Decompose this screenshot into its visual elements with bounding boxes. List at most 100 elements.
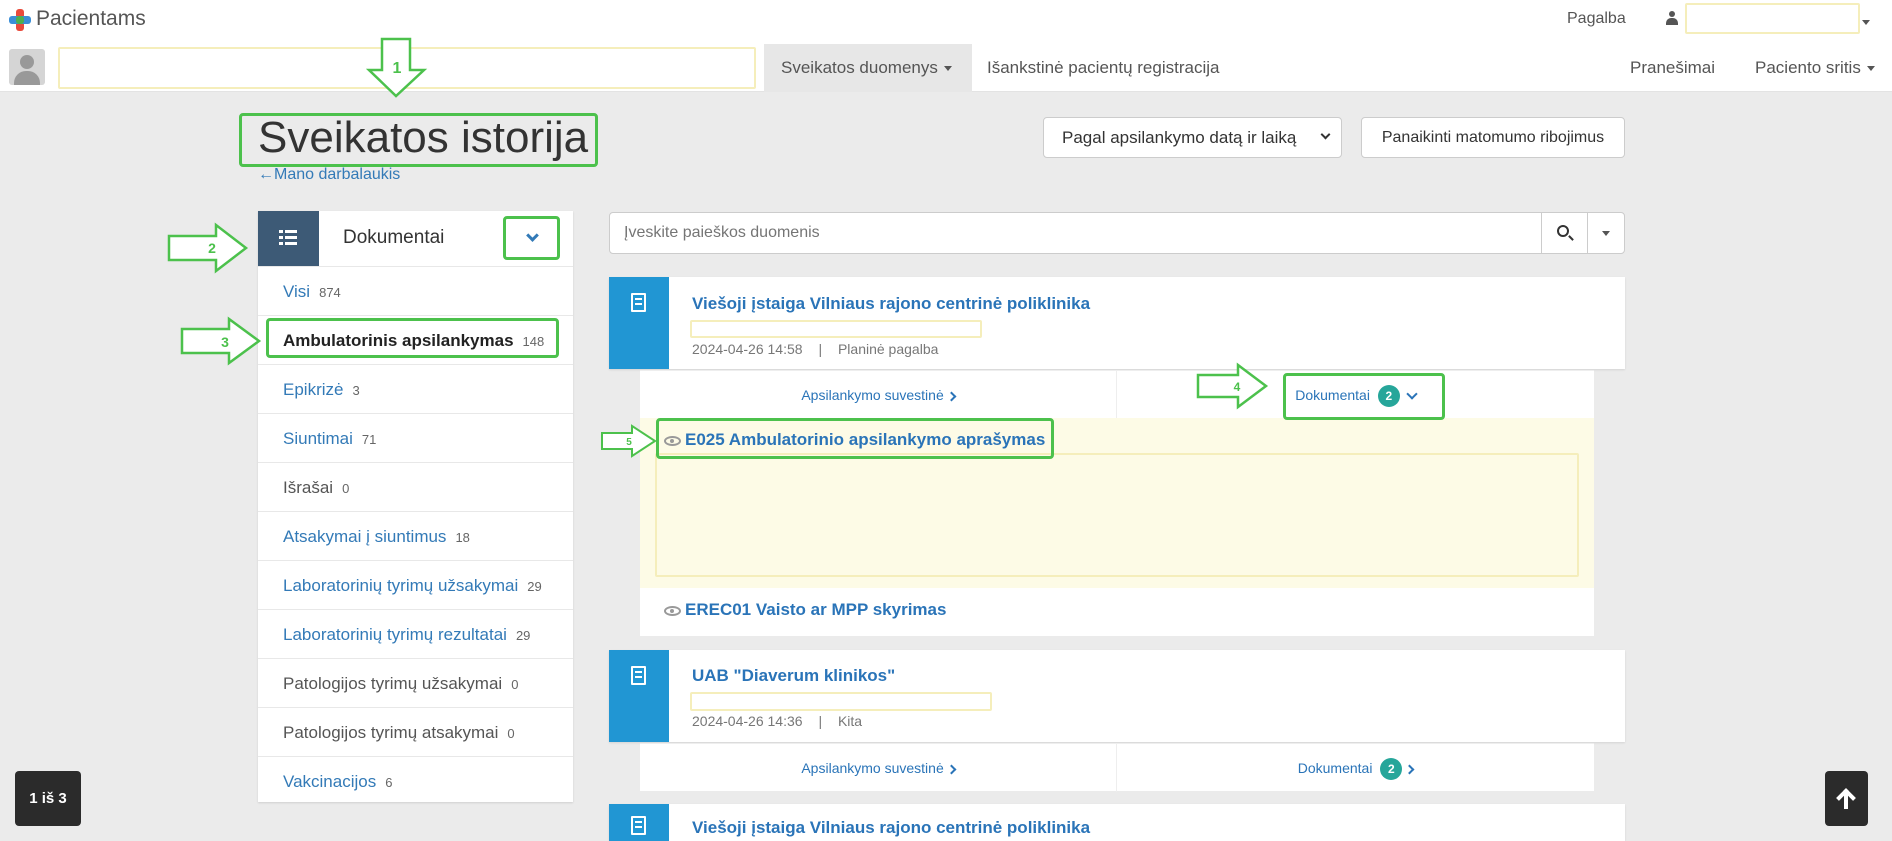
sidebar-item-count: 6 xyxy=(385,775,393,790)
top-bar: Pacientams Pagalba xyxy=(0,0,1892,44)
visit-meta: 2024-04-26 14:36 | Kita xyxy=(692,713,862,729)
help-link[interactable]: Pagalba xyxy=(1567,10,1626,28)
annotation-number: 1 xyxy=(393,60,402,77)
sort-select-value: Pagal apsilankymo datą ir laiką xyxy=(1062,128,1297,147)
sidebar-item-referrals[interactable]: Siuntimai 71 xyxy=(258,413,573,462)
page-indicator-label: 1 iš 3 xyxy=(29,790,67,807)
sidebar-item-label: Epikrizė xyxy=(283,380,344,399)
visit-summary-link[interactable]: Apsilankymo suvestinė xyxy=(640,371,1117,419)
visit-datetime: 2024-04-26 14:58 xyxy=(692,341,803,357)
caret-down-icon xyxy=(1602,231,1610,236)
visit-summary-link[interactable]: Apsilankymo suvestinė xyxy=(640,744,1117,792)
sidebar-item-label: Visi xyxy=(283,282,311,301)
visit-actions: Apsilankymo suvestinė Dokumentai 2 xyxy=(640,370,1594,419)
visit-card: Viešoji įstaiga Vilniaus rajono centrinė… xyxy=(609,277,1625,369)
building-icon xyxy=(609,650,669,742)
annotation-number: 2 xyxy=(208,240,216,256)
sidebar-item-discharges[interactable]: Išrašai 0 xyxy=(258,462,573,511)
back-link[interactable]: ←Mano darbalaukis xyxy=(258,166,400,184)
sidebar-item-label: Siuntimai xyxy=(283,429,353,448)
document-name: EREC01 Vaisto ar MPP skyrimas xyxy=(685,600,947,619)
sidebar-item-label: Išrašai xyxy=(283,478,334,497)
annotation-arrow-right-icon: 5 xyxy=(601,424,657,458)
sidebar-item-label: Laboratorinių tyrimų rezultatai xyxy=(283,625,507,644)
meta-separator: | xyxy=(818,341,823,357)
visit-documents-toggle[interactable]: Dokumentai 2 xyxy=(1117,744,1594,792)
visit-summary-label: Apsilankymo suvestinė xyxy=(801,760,944,776)
sidebar-item-pathology-orders[interactable]: Patologijos tyrimų užsakymai 0 xyxy=(258,658,573,707)
annotation-arrow-down-icon: 1 xyxy=(366,37,428,98)
sort-select[interactable]: Pagal apsilankymo datą ir laiką xyxy=(1043,117,1342,158)
sidebar-item-count: 29 xyxy=(527,579,542,594)
search-options-button[interactable] xyxy=(1587,213,1625,253)
chevron-right-icon xyxy=(1404,764,1415,775)
document-content-redacted xyxy=(655,453,1579,577)
visit-card: UAB "Diaverum klinikos" 2024-04-26 14:36… xyxy=(609,650,1625,742)
main-nav: Sveikatos duomenys Išankstinė pacientų r… xyxy=(0,44,1892,92)
user-icon xyxy=(1666,11,1678,25)
nav-patient-area[interactable]: Paciento sritis xyxy=(1755,44,1875,92)
sidebar-item-vaccinations[interactable]: Vakcinacijos 6 xyxy=(258,756,573,805)
visit-type: Kita xyxy=(837,713,863,729)
annotation-number: 3 xyxy=(221,334,229,350)
back-to-top-button[interactable] xyxy=(1825,771,1868,826)
visit-institution-link[interactable]: UAB "Diaverum klinikos" xyxy=(692,666,895,686)
visit-docs-label: Dokumentai xyxy=(1297,760,1373,776)
chevron-down-icon xyxy=(1320,129,1331,140)
sidebar-item-label: Patologijos tyrimų užsakymai xyxy=(283,674,503,693)
nav-messages[interactable]: Pranešimai xyxy=(1630,44,1715,92)
visit-institution-link[interactable]: Viešoji įstaiga Vilniaus rajono centrinė… xyxy=(692,294,1090,314)
annotation-box-collapse xyxy=(503,216,560,260)
sidebar-item-count: 0 xyxy=(507,726,515,741)
user-menu-caret-icon[interactable] xyxy=(1862,14,1870,32)
annotation-arrow-right-icon: 4 xyxy=(1196,362,1269,410)
nav-preregistration[interactable]: Išankstinė pacientų registracija xyxy=(987,44,1219,92)
visit-meta: 2024-04-26 14:58 | Planinė pagalba xyxy=(692,341,938,357)
sidebar-item-lab-results[interactable]: Laboratorinių tyrimų rezultatai 29 xyxy=(258,609,573,658)
sidebar-item-count: 0 xyxy=(342,481,350,496)
docs-count-badge: 2 xyxy=(1380,758,1403,780)
sidebar-item-label: Patologijos tyrimų atsakymai xyxy=(283,723,499,742)
search-button[interactable] xyxy=(1541,213,1587,253)
logo-icon xyxy=(9,9,31,31)
sidebar-item-label: Vakcinacijos xyxy=(283,772,377,791)
sidebar-item-label: Atsakymai į siuntimus xyxy=(283,527,447,546)
search-input[interactable] xyxy=(610,213,1540,253)
sidebar-item-epicrisis[interactable]: Epikrizė 3 xyxy=(258,364,573,413)
caret-down-icon xyxy=(1866,66,1875,72)
nav-health-data-label: Sveikatos duomenys xyxy=(781,58,938,77)
annotation-box-ambulatory xyxy=(266,318,559,358)
sidebar-item-lab-orders[interactable]: Laboratorinių tyrimų užsakymai 29 xyxy=(258,560,573,609)
brand-link[interactable]: Pacientams xyxy=(36,7,146,31)
annotation-arrow-right-icon: 3 xyxy=(180,316,262,366)
documents-panel: Dokumentai Visi 874 Ambulatorinis apsilan… xyxy=(258,211,573,802)
panel-title: Dokumentai xyxy=(343,227,445,248)
visit-doctor-redacted xyxy=(690,692,992,711)
nav-patient-area-label: Paciento sritis xyxy=(1755,58,1861,77)
sidebar-item-count: 0 xyxy=(511,677,519,692)
sidebar-item-all[interactable]: Visi 874 xyxy=(258,266,573,315)
sidebar-item-count: 874 xyxy=(319,285,341,300)
eye-icon xyxy=(664,605,681,616)
user-name-redacted[interactable] xyxy=(1685,3,1860,34)
sidebar-item-pathology-answers[interactable]: Patologijos tyrimų atsakymai 0 xyxy=(258,707,573,756)
annotation-arrow-right-icon: 2 xyxy=(167,222,249,274)
sidebar-item-referral-answers[interactable]: Atsakymai į siuntimus 18 xyxy=(258,511,573,560)
building-icon xyxy=(609,804,669,841)
chevron-right-icon xyxy=(946,391,957,402)
visit-datetime: 2024-04-26 14:36 xyxy=(692,713,803,729)
document-erec01-link[interactable]: EREC01 Vaisto ar MPP skyrimas xyxy=(664,600,946,620)
list-icon xyxy=(258,211,319,266)
annotation-box-e025 xyxy=(656,418,1054,459)
annotation-number: 5 xyxy=(626,437,632,448)
visit-doctor-redacted xyxy=(690,320,982,338)
clear-restrictions-label: Panaikinti matomumo ribojimus xyxy=(1381,129,1605,146)
annotation-box-title xyxy=(239,113,598,167)
clear-restrictions-button[interactable]: Panaikinti matomumo ribojimus xyxy=(1361,117,1625,158)
visit-summary-label: Apsilankymo suvestinė xyxy=(801,387,944,403)
nav-health-data[interactable]: Sveikatos duomenys xyxy=(764,44,972,92)
visit-institution-link[interactable]: Viešoji įstaiga Vilniaus rajono centrinė… xyxy=(692,818,1090,838)
sidebar-item-count: 18 xyxy=(455,530,470,545)
chevron-right-icon xyxy=(946,764,957,775)
sidebar-item-count: 71 xyxy=(361,432,377,447)
